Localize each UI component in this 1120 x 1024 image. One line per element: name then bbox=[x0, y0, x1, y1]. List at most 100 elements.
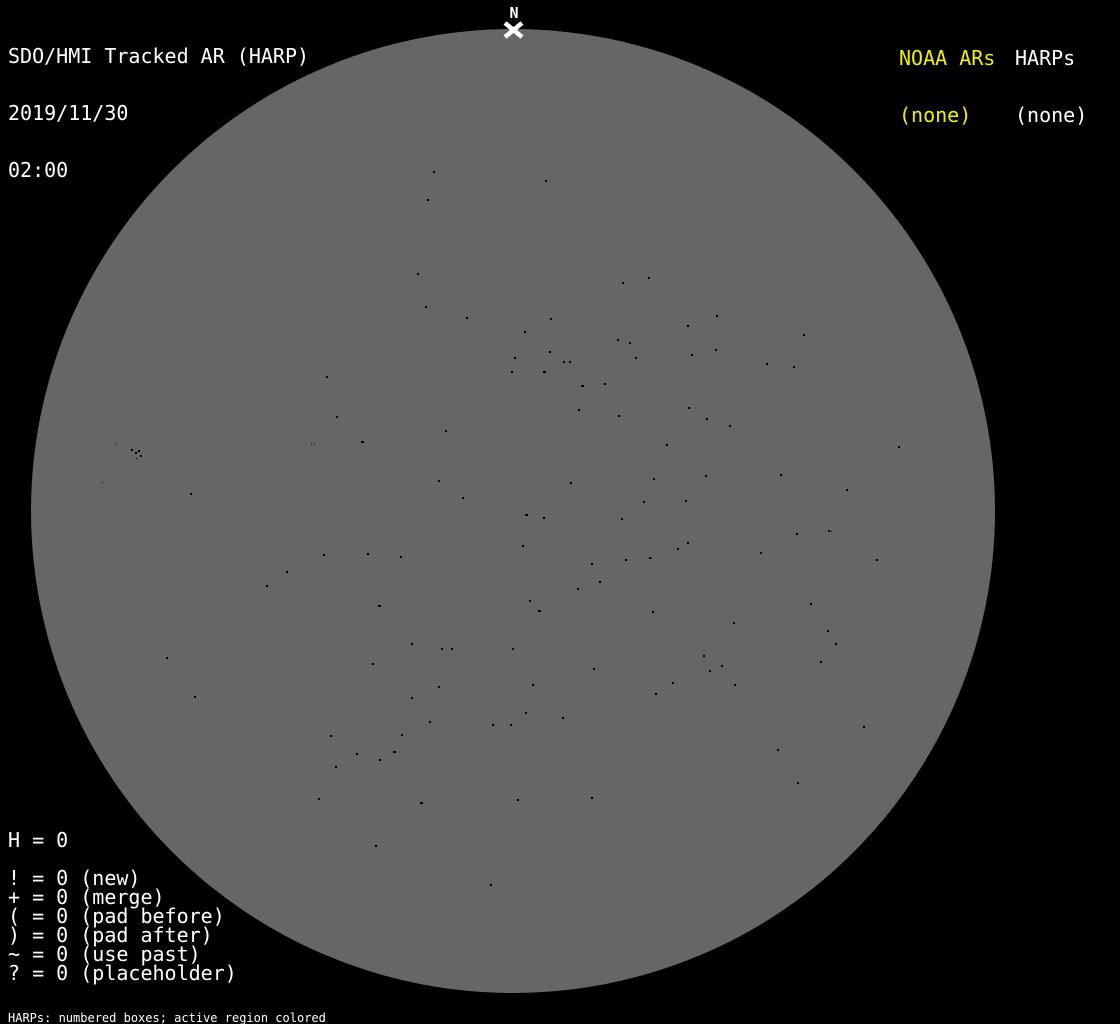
magnetic-speckle bbox=[672, 682, 674, 684]
magnetic-speckle bbox=[525, 712, 527, 714]
harps-label: HARPs bbox=[1015, 46, 1076, 70]
magnetic-speckle bbox=[803, 334, 805, 336]
magnetic-speckle bbox=[194, 696, 196, 698]
magnetic-speckle bbox=[136, 458, 137, 459]
magnetic-speckle bbox=[356, 753, 358, 755]
magnetic-speckle bbox=[846, 489, 848, 491]
magnetic-speckle bbox=[266, 585, 268, 587]
magnetic-speckle bbox=[401, 734, 403, 736]
magnetic-speckle bbox=[760, 552, 762, 554]
title-block: SDO/HMI Tracked AR (HARP) 2019/11/30 02:… bbox=[8, 9, 309, 218]
magnetic-speckle bbox=[102, 482, 103, 483]
harps-column: HARPs (none) bbox=[1015, 11, 1087, 163]
magnetic-speckle bbox=[538, 610, 541, 612]
magnetic-speckle bbox=[550, 318, 552, 320]
magnetic-speckle bbox=[898, 446, 900, 448]
magnetic-speckle bbox=[563, 361, 565, 363]
magnetic-speckle bbox=[420, 802, 423, 804]
magnetic-speckle bbox=[135, 452, 137, 454]
magnetic-speckle bbox=[441, 648, 443, 650]
magnetic-speckle bbox=[876, 559, 878, 561]
magnetic-speckle bbox=[433, 171, 435, 173]
magnetic-speckle bbox=[462, 497, 464, 499]
magnetic-speckle bbox=[591, 797, 593, 799]
magnetic-speckle bbox=[330, 735, 332, 737]
magnetic-speckle bbox=[131, 449, 133, 451]
plot-date: 2019/11/30 bbox=[8, 101, 129, 125]
magnetic-speckle bbox=[687, 325, 689, 327]
magnetic-speckle bbox=[827, 630, 829, 632]
magnetic-speckle bbox=[820, 661, 822, 663]
magnetic-speckle bbox=[793, 366, 795, 368]
magnetic-speckle bbox=[688, 407, 690, 409]
magnetic-speckle bbox=[335, 766, 337, 768]
magnetic-speckle bbox=[378, 605, 381, 607]
magnetic-speckle bbox=[705, 475, 707, 477]
magnetic-speckle bbox=[593, 668, 595, 670]
magnetic-speckle bbox=[511, 371, 513, 373]
magnetic-speckle bbox=[721, 665, 723, 667]
magnetic-speckle bbox=[138, 450, 140, 452]
magnetic-speckle bbox=[581, 385, 584, 387]
magnetic-speckle bbox=[810, 603, 812, 605]
magnetic-speckle bbox=[687, 542, 689, 544]
magnetic-speckle bbox=[318, 798, 320, 800]
plot-title: SDO/HMI Tracked AR (HARP) bbox=[8, 44, 310, 68]
magnetic-speckle bbox=[652, 611, 654, 613]
magnetic-speckle bbox=[766, 363, 768, 365]
magnetic-speckle bbox=[379, 759, 381, 761]
magnetic-speckle bbox=[797, 782, 799, 784]
magnetic-speckle bbox=[490, 884, 492, 886]
magnetic-speckle bbox=[715, 349, 717, 351]
north-cross-icon bbox=[503, 21, 524, 39]
magnetic-speckle bbox=[372, 663, 374, 665]
magnetic-speckle bbox=[733, 622, 735, 624]
magnetic-speckle bbox=[577, 588, 579, 590]
magnetic-speckle bbox=[361, 441, 364, 443]
footer-caption-harps: HARPs: numbered boxes; active region col… bbox=[8, 1011, 326, 1024]
magnetic-speckle bbox=[190, 493, 192, 495]
magnetic-speckle bbox=[375, 845, 377, 847]
noaa-ars-label: NOAA ARs bbox=[899, 46, 996, 70]
magnetic-speckle bbox=[425, 306, 427, 308]
magnetic-speckle bbox=[543, 371, 546, 373]
magnetic-speckle bbox=[780, 474, 782, 476]
magnetic-speckle bbox=[492, 724, 494, 726]
magnetic-speckle bbox=[629, 342, 631, 344]
magnetic-speckle bbox=[706, 418, 708, 420]
magnetic-speckle bbox=[734, 684, 736, 686]
magnetic-speckle bbox=[716, 315, 718, 317]
magnetic-speckle bbox=[411, 697, 413, 699]
magnetic-speckle bbox=[510, 724, 512, 726]
magnetic-speckle bbox=[604, 383, 606, 385]
magnetic-speckle bbox=[549, 351, 551, 353]
magnetic-speckle bbox=[529, 600, 531, 602]
magnetic-speckle bbox=[562, 717, 564, 719]
magnetic-speckle bbox=[703, 655, 705, 657]
magnetic-speckle bbox=[140, 455, 142, 457]
footer-captions: HARPs: numbered boxes; active region col… bbox=[8, 991, 427, 1024]
magnetic-speckle bbox=[570, 482, 572, 484]
magnetic-speckle bbox=[863, 726, 865, 728]
magnetic-speckle bbox=[427, 199, 429, 201]
harps-value: (none) bbox=[1015, 103, 1088, 127]
noaa-ars-column: NOAA ARs (none) bbox=[899, 11, 995, 163]
magnetic-speckle bbox=[451, 648, 453, 650]
magnetic-speckle bbox=[653, 478, 655, 480]
magnetic-speckle bbox=[835, 643, 837, 645]
magnetic-speckle bbox=[618, 415, 620, 417]
magnetic-speckle bbox=[635, 357, 637, 359]
magnetic-speckle bbox=[417, 273, 419, 275]
magnetic-speckle bbox=[828, 530, 830, 532]
magnetic-speckle bbox=[831, 531, 832, 532]
magnetic-speckle bbox=[625, 559, 627, 561]
magnetic-speckle bbox=[367, 553, 369, 555]
magnetic-speckle bbox=[311, 444, 312, 445]
magnetic-speckle bbox=[691, 354, 693, 356]
magnetic-speckle bbox=[116, 444, 117, 445]
legend-line: ? = 0 (placeholder) bbox=[8, 961, 237, 985]
legend: H = 0 ! = 0 (new) + = 0 (merge)( = 0 (pad… bbox=[8, 830, 237, 985]
north-label: N bbox=[509, 4, 519, 22]
noaa-ars-value: (none) bbox=[899, 103, 972, 127]
magnetic-speckle bbox=[569, 361, 571, 363]
